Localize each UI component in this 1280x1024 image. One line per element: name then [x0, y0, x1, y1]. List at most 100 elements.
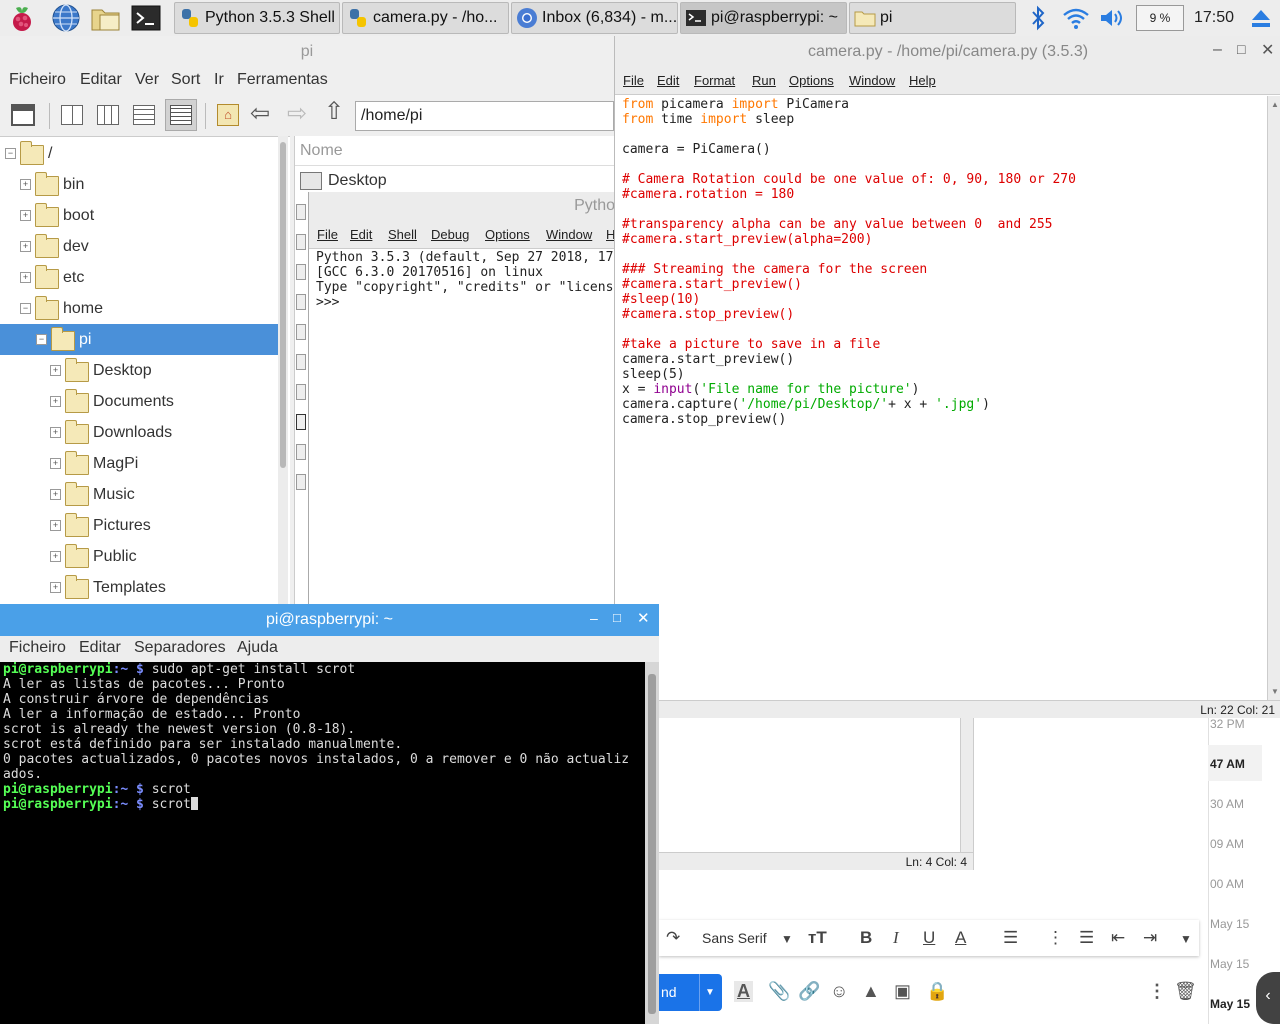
tree-item-root[interactable]: − / [0, 138, 278, 169]
drive-icon[interactable]: ▲ [862, 981, 880, 1002]
thumbnail-view-icon[interactable] [97, 105, 119, 125]
tree-item-boot[interactable]: + boot [0, 200, 278, 231]
tree-item-downloads[interactable]: + Downloads [0, 417, 278, 448]
shell-menu-debug[interactable]: Debug [431, 227, 469, 242]
terminal-minimize-icon[interactable]: – [590, 610, 598, 626]
file-manager-icon[interactable] [90, 2, 122, 34]
expander-icon[interactable]: + [50, 582, 61, 593]
font-selector[interactable]: Sans Serif [702, 930, 767, 946]
expander-icon[interactable]: + [50, 396, 61, 407]
column-header-name[interactable]: Nome [295, 136, 615, 166]
tree-scrollbar[interactable] [278, 136, 288, 604]
menu-editar[interactable]: Editar [80, 71, 122, 89]
tree-item-documents[interactable]: + Documents [0, 386, 278, 417]
clock[interactable]: 17:50 [1194, 9, 1234, 27]
task-inbox-browser[interactable]: Inbox (6,834) - m... [511, 2, 678, 34]
code-editor[interactable]: from picamera import PiCamera from time i… [615, 96, 1267, 700]
tree-item-music[interactable]: + Music [0, 479, 278, 510]
indent-more-icon[interactable]: ⇥ [1143, 928, 1157, 948]
wifi-icon[interactable] [1062, 6, 1090, 33]
back-icon[interactable]: ⇦ [250, 99, 270, 128]
bluetooth-icon[interactable] [1028, 5, 1048, 34]
italic-icon[interactable]: I [893, 928, 899, 948]
menu-ver[interactable]: Ver [135, 71, 159, 89]
shell-menu-file[interactable]: File [317, 227, 338, 242]
discard-draft-icon[interactable]: 🗑 [1174, 981, 1197, 1002]
emoji-icon[interactable]: ☺ [830, 981, 848, 1002]
expander-icon[interactable]: + [20, 179, 31, 190]
redo-icon[interactable]: ↷ [666, 928, 680, 948]
insert-photo-icon[interactable]: ▣ [894, 981, 911, 1002]
terminal-scrollbar[interactable] [645, 662, 659, 1024]
up-icon[interactable]: ⇧ [324, 97, 344, 126]
terminal-menu-ajuda[interactable]: Ajuda [237, 639, 278, 657]
expander-icon[interactable]: + [50, 489, 61, 500]
more-formatting-icon[interactable]: ▼ [1180, 932, 1192, 946]
task-terminal[interactable]: pi@raspberrypi: ~ [680, 2, 847, 34]
task-python-shell[interactable]: Python 3.5.3 Shell [174, 2, 340, 34]
raspberry-menu-icon[interactable] [6, 2, 38, 34]
expander-icon[interactable]: + [20, 272, 31, 283]
text-color-icon[interactable]: A [955, 928, 966, 948]
tree-item-etc[interactable]: + etc [0, 262, 278, 293]
expander-icon[interactable]: + [50, 520, 61, 531]
compact-view-icon[interactable] [133, 105, 155, 125]
editor-scrollbar[interactable]: ▲ ▼ [1267, 96, 1280, 700]
tree-item-magpi[interactable]: + MagPi [0, 448, 278, 479]
editor-menu-help[interactable]: Help [909, 73, 936, 88]
formatting-options-icon[interactable]: A [734, 981, 753, 1002]
editor-menu-window[interactable]: Window [849, 73, 895, 88]
file-item-desktop[interactable]: Desktop [295, 167, 615, 195]
shell-menu-shell[interactable]: Shell [388, 227, 417, 242]
terminal-menu-separadores[interactable]: Separadores [134, 639, 226, 657]
menu-ficheiro[interactable]: Ficheiro [9, 71, 66, 89]
expander-icon[interactable]: + [50, 365, 61, 376]
tree-item-public[interactable]: + Public [0, 541, 278, 572]
expander-icon[interactable]: − [5, 148, 16, 159]
confidential-mode-icon[interactable]: 🔒 [926, 981, 948, 1002]
editor-menu-edit[interactable]: Edit [657, 73, 679, 88]
tree-item-desktop[interactable]: + Desktop [0, 355, 278, 386]
task-camera-editor[interactable]: camera.py - /ho... [342, 2, 509, 34]
numbered-list-icon[interactable]: ⋮ [1047, 928, 1064, 948]
align-icon[interactable]: ☰ [1003, 928, 1018, 948]
list-view-button[interactable] [165, 99, 197, 131]
eject-icon[interactable] [1250, 8, 1272, 33]
menu-ir[interactable]: Ir [214, 71, 224, 89]
terminal-menu-editar[interactable]: Editar [79, 639, 121, 657]
menu-sort[interactable]: Sort [171, 71, 200, 89]
terminal-menu-ficheiro[interactable]: Ficheiro [9, 639, 66, 657]
more-options-icon[interactable]: ⋮ [1148, 981, 1166, 1002]
expander-icon[interactable]: + [50, 551, 61, 562]
web-browser-icon[interactable] [50, 2, 82, 34]
attach-icon[interactable]: 📎 [768, 981, 790, 1002]
shell-output[interactable]: Python 3.5.3 (default, Sep 27 2018, 17 [… [309, 250, 615, 604]
editor-menu-options[interactable]: Options [789, 73, 834, 88]
terminal-launcher-icon[interactable] [130, 2, 162, 34]
indent-less-icon[interactable]: ⇤ [1111, 928, 1125, 948]
terminal-close-icon[interactable]: ✕ [637, 609, 650, 627]
minimize-icon[interactable]: – [1213, 41, 1222, 59]
editor-menu-file[interactable]: File [623, 73, 644, 88]
tree-item-home[interactable]: − home [0, 293, 278, 324]
shell-menu-edit[interactable]: Edit [350, 227, 372, 242]
tree-item-bin[interactable]: + bin [0, 169, 278, 200]
font-size-icon[interactable]: тT [808, 928, 827, 948]
home-icon[interactable]: ⌂ [217, 104, 239, 126]
bulleted-list-icon[interactable]: ☰ [1079, 928, 1094, 948]
path-input[interactable]: /home/pi [355, 101, 614, 131]
terminal-maximize-icon[interactable]: □ [613, 610, 621, 625]
shell-menu-options[interactable]: Options [485, 227, 530, 242]
new-window-icon[interactable] [11, 104, 35, 126]
icon-view-icon[interactable] [61, 105, 83, 125]
forward-icon[interactable]: ⇨ [287, 99, 307, 128]
task-file-manager[interactable]: pi [849, 2, 1016, 34]
editor-menu-format[interactable]: Format [694, 73, 735, 88]
editor-menu-run[interactable]: Run [752, 73, 776, 88]
tree-item-pi[interactable]: − pi [0, 324, 278, 355]
expander-icon[interactable]: − [20, 303, 31, 314]
shell-menu-window[interactable]: Window [546, 227, 592, 242]
send-button[interactable]: nd ▼ [659, 974, 722, 1011]
expander-icon[interactable]: − [36, 334, 47, 345]
terminal-output[interactable]: pi@raspberrypi:~ $ sudo apt-get install … [0, 662, 645, 1024]
